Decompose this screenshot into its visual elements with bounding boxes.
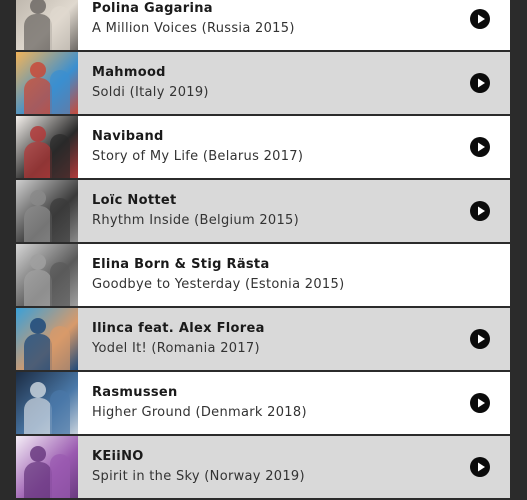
play-circle-icon[interactable] bbox=[470, 9, 490, 29]
track-text: Polina Gagarina A Million Voices (Russia … bbox=[92, 1, 510, 37]
album-cover-polina-gagarina bbox=[16, 0, 78, 50]
track-text: Mahmood Soldi (Italy 2019) bbox=[92, 65, 510, 101]
play-circle-icon[interactable] bbox=[470, 201, 490, 221]
album-cover-loic-nottet bbox=[16, 180, 78, 242]
artist-name: Mahmood bbox=[92, 65, 166, 80]
song-title: Soldi (Italy 2019) bbox=[92, 85, 209, 100]
track-text: Naviband Story of My Life (Belarus 2017) bbox=[92, 129, 510, 165]
play-circle-icon[interactable] bbox=[470, 73, 490, 93]
album-cover-mahmood bbox=[16, 52, 78, 114]
artist-name: Elina Born & Stig Rästa bbox=[92, 257, 270, 272]
artist-name: Ilinca feat. Alex Florea bbox=[92, 321, 265, 336]
track-row[interactable]: Rasmussen Higher Ground (Denmark 2018) bbox=[16, 372, 510, 436]
album-cover-elina-born-stig-rasta bbox=[16, 244, 78, 306]
track-row[interactable]: KEiiNO Spirit in the Sky (Norway 2019) bbox=[16, 436, 510, 500]
track-text: Rasmussen Higher Ground (Denmark 2018) bbox=[92, 385, 510, 421]
album-cover-naviband bbox=[16, 116, 78, 178]
album-cover-keiino bbox=[16, 436, 78, 498]
song-title: Higher Ground (Denmark 2018) bbox=[92, 405, 307, 420]
song-title: A Million Voices (Russia 2015) bbox=[92, 21, 295, 36]
track-row[interactable]: Loïc Nottet Rhythm Inside (Belgium 2015) bbox=[16, 180, 510, 244]
track-text: Ilinca feat. Alex Florea Yodel It! (Roman… bbox=[92, 321, 510, 357]
track-row[interactable]: Elina Born & Stig Rästa Goodbye to Yester… bbox=[16, 244, 510, 308]
track-list: Polina Gagarina A Million Voices (Russia … bbox=[16, 0, 510, 500]
track-row[interactable]: Ilinca feat. Alex Florea Yodel It! (Roman… bbox=[16, 308, 510, 372]
album-cover-rasmussen bbox=[16, 372, 78, 434]
song-title: Spirit in the Sky (Norway 2019) bbox=[92, 469, 305, 484]
song-title: Yodel It! (Romania 2017) bbox=[92, 341, 260, 356]
track-row[interactable]: Polina Gagarina A Million Voices (Russia … bbox=[16, 0, 510, 52]
play-circle-icon[interactable] bbox=[470, 137, 490, 157]
song-title: Goodbye to Yesterday (Estonia 2015) bbox=[92, 277, 345, 292]
artist-name: Polina Gagarina bbox=[92, 1, 213, 16]
track-text: Loïc Nottet Rhythm Inside (Belgium 2015) bbox=[92, 193, 510, 229]
artist-name: Rasmussen bbox=[92, 385, 178, 400]
track-text: KEiiNO Spirit in the Sky (Norway 2019) bbox=[92, 449, 510, 485]
album-cover-ilinca bbox=[16, 308, 78, 370]
artist-name: Loïc Nottet bbox=[92, 193, 177, 208]
play-circle-icon[interactable] bbox=[470, 457, 490, 477]
play-circle-icon[interactable] bbox=[470, 393, 490, 413]
artist-name: KEiiNO bbox=[92, 449, 144, 464]
track-row[interactable]: Naviband Story of My Life (Belarus 2017) bbox=[16, 116, 510, 180]
play-circle-icon[interactable] bbox=[470, 329, 490, 349]
track-text: Elina Born & Stig Rästa Goodbye to Yester… bbox=[92, 257, 510, 293]
track-row[interactable]: Mahmood Soldi (Italy 2019) bbox=[16, 52, 510, 116]
song-title: Rhythm Inside (Belgium 2015) bbox=[92, 213, 299, 228]
artist-name: Naviband bbox=[92, 129, 164, 144]
song-title: Story of My Life (Belarus 2017) bbox=[92, 149, 304, 164]
